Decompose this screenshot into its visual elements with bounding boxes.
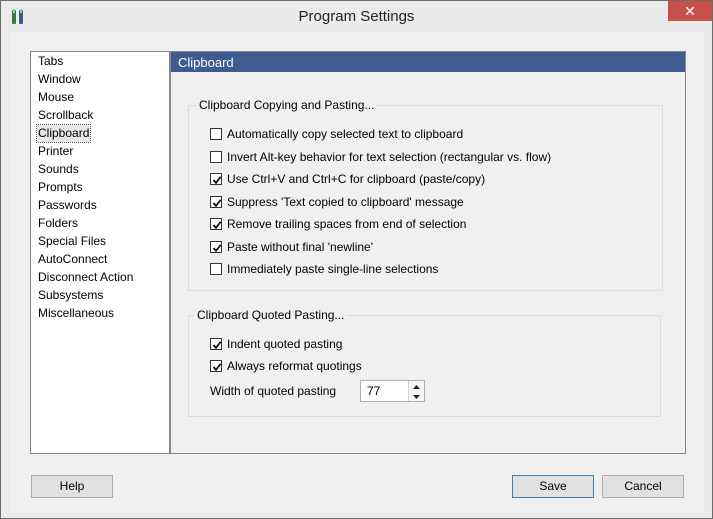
spin-down-icon	[413, 395, 420, 399]
close-icon: ✕	[684, 3, 696, 19]
checkmark-icon	[212, 198, 222, 207]
checkmark-icon	[212, 176, 222, 185]
option-label: Indent quoted pasting	[227, 337, 343, 351]
close-button[interactable]: ✕	[668, 1, 712, 21]
save-button-label: Save	[539, 479, 567, 493]
checkbox[interactable]	[210, 338, 222, 350]
option-label: Invert Alt-key behavior for text selecti…	[227, 149, 552, 164]
client-area: Tabs Window Mouse Scrollback Clipboard Printe…	[9, 32, 704, 512]
width-of-quoted-pasting-label: Width of quoted pasting	[210, 384, 337, 398]
checkmark-icon	[212, 363, 222, 372]
clipboard-copying-group: Clipboard Copying and Pasting... Automat…	[188, 98, 663, 291]
nav-item-subsystems[interactable]: Subsystems	[37, 287, 104, 304]
clipboard-copying-group-label: Clipboard Copying and Pasting...	[196, 98, 378, 112]
option-label: Immediately paste single-line selections	[227, 262, 439, 276]
checkbox[interactable]	[210, 150, 222, 163]
cancel-button[interactable]: Cancel	[602, 475, 684, 498]
nav-item-sounds[interactable]: Sounds	[37, 161, 80, 178]
nav-item-disconnect-action[interactable]: Disconnect Action	[37, 269, 134, 286]
nav-item-passwords[interactable]: Passwords	[37, 197, 98, 214]
option-label: Automatically copy selected text to clip…	[227, 127, 464, 141]
clipboard-settings-panel: Clipboard Clipboard Copying and Pasting.…	[170, 51, 686, 454]
program-settings-window: Program Settings ✕ Tabs Window Mouse Scroll…	[0, 0, 713, 519]
checkbox[interactable]	[210, 173, 222, 185]
save-button[interactable]: Save	[512, 475, 594, 498]
quoted-width-value[interactable]: 77	[367, 384, 380, 398]
spin-up-button[interactable]	[408, 381, 424, 391]
checkmark-icon	[212, 341, 222, 350]
quoted-width-stepper[interactable]: 77	[360, 380, 425, 402]
window-title: Program Settings	[298, 8, 415, 25]
nav-item-window[interactable]: Window	[37, 71, 82, 88]
checkbox[interactable]	[210, 263, 222, 275]
checkbox[interactable]	[210, 360, 222, 372]
nav-item-printer[interactable]: Printer	[37, 143, 74, 160]
nav-item-prompts[interactable]: Prompts	[37, 179, 84, 196]
nav-item-special-files[interactable]: Special Files	[37, 233, 107, 250]
spin-down-button[interactable]	[408, 391, 424, 401]
help-button-label: Help	[59, 479, 85, 493]
cancel-button-label: Cancel	[624, 479, 662, 493]
option-label: Always reformat quotings	[227, 359, 362, 373]
settings-category-list[interactable]: Tabs Window Mouse Scrollback Clipboard Printe…	[30, 51, 170, 454]
nav-item-clipboard[interactable]: Clipboard	[35, 124, 92, 143]
help-button[interactable]: Help	[31, 475, 113, 498]
checkmark-icon	[212, 243, 222, 252]
nav-item-folders[interactable]: Folders	[37, 215, 79, 232]
clipboard-quoted-group: Clipboard Quoted Pasting... Width of quo…	[188, 308, 661, 417]
option-label: Suppress 'Text copied to clipboard' mess…	[227, 194, 464, 209]
checkbox[interactable]	[210, 195, 222, 208]
option-label: Paste without final 'newline'	[227, 239, 373, 254]
checkbox[interactable]	[210, 218, 222, 230]
clipboard-quoted-group-label: Clipboard Quoted Pasting...	[194, 308, 348, 322]
nav-item-miscellaneous[interactable]: Miscellaneous	[37, 305, 115, 322]
option-label: Use Ctrl+V and Ctrl+C for clipboard (pas…	[227, 172, 486, 186]
checkbox[interactable]	[210, 240, 222, 253]
nav-item-tabs[interactable]: Tabs	[37, 53, 64, 70]
nav-item-mouse[interactable]: Mouse	[37, 89, 75, 106]
checkmark-icon	[212, 221, 222, 230]
nav-item-autoconnect[interactable]: AutoConnect	[37, 251, 108, 268]
title-bar[interactable]: Program Settings ✕	[1, 1, 712, 33]
nav-item-scrollback[interactable]: Scrollback	[37, 107, 94, 124]
option-label: Remove trailing spaces from end of selec…	[227, 217, 467, 231]
checkbox[interactable]	[210, 128, 222, 140]
panel-header: Clipboard	[171, 52, 685, 72]
